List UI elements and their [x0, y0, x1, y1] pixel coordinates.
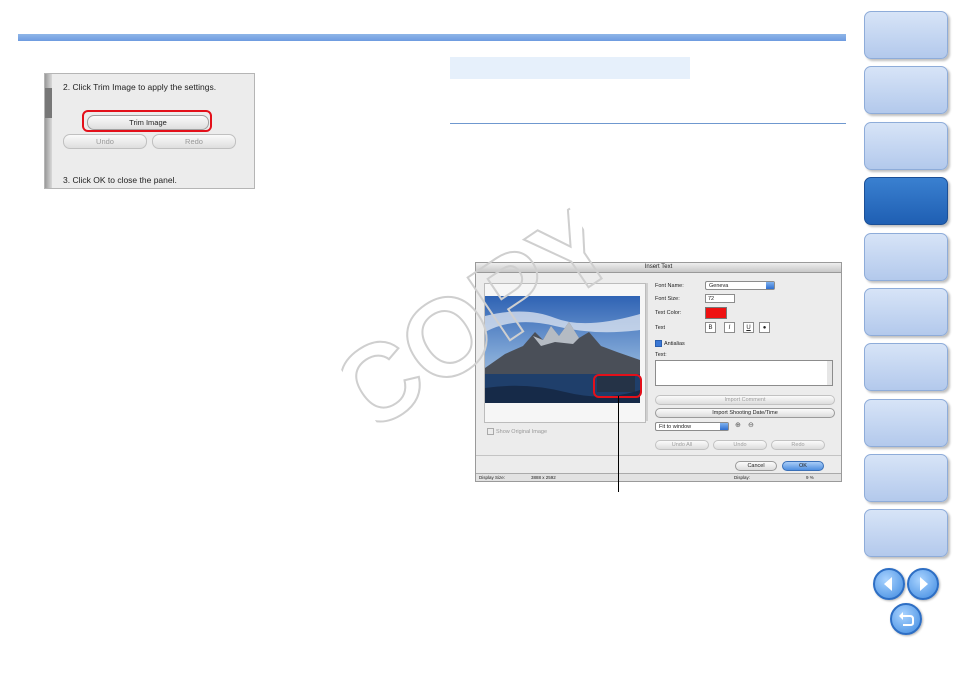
undo-button[interactable]: Undo — [63, 134, 147, 149]
show-original-label: Show Original Image — [487, 428, 547, 435]
previous-page-button[interactable] — [873, 568, 905, 600]
italic-button[interactable]: I — [724, 322, 735, 333]
display-size-label: Display Size: — [479, 475, 506, 480]
nav-tab-6[interactable] — [864, 288, 948, 336]
nav-tab-10[interactable] — [864, 509, 948, 557]
nav-tab-8[interactable] — [864, 399, 948, 447]
text-style-label: Text — [655, 325, 666, 331]
text-color-swatch[interactable] — [705, 307, 727, 319]
display-label: Display: — [734, 475, 751, 480]
chevron-down-icon — [766, 282, 774, 289]
font-name-select[interactable]: Geneva — [705, 281, 775, 290]
ok-button[interactable]: OK — [782, 461, 824, 471]
chevron-down-icon — [720, 423, 728, 430]
dialog-redo-button[interactable]: Redo — [771, 440, 825, 450]
shadow-button[interactable]: ● — [759, 322, 770, 333]
arrow-right-icon — [920, 577, 928, 591]
zoom-in-icon[interactable]: ⊕ — [735, 421, 741, 429]
nav-tab-2[interactable] — [864, 66, 948, 114]
show-original-checkbox[interactable] — [487, 428, 494, 435]
nav-tab-1[interactable] — [864, 11, 948, 59]
arrow-left-icon — [884, 577, 892, 591]
cancel-button[interactable]: Cancel — [735, 461, 777, 471]
underline-button[interactable]: U — [743, 322, 754, 333]
dialog-undo-button[interactable]: Undo — [713, 440, 767, 450]
text-label: Text: — [655, 352, 667, 358]
nav-tab-9[interactable] — [864, 454, 948, 502]
panel-left-strip — [45, 74, 52, 188]
import-shooting-date-button[interactable]: Import Shooting Date/Time — [655, 408, 835, 418]
import-comment-button[interactable]: Import Comment — [655, 395, 835, 405]
header-bar — [18, 34, 846, 41]
nav-tab-5[interactable] — [864, 233, 948, 281]
display-size-value: 3888 x 2592 — [531, 475, 556, 480]
undo-all-button[interactable]: Undo All — [655, 440, 709, 450]
nav-tab-4-active[interactable] — [864, 177, 948, 225]
antialias-row: Antialias — [655, 340, 685, 347]
text-position-highlight — [593, 374, 642, 398]
next-page-button[interactable] — [907, 568, 939, 600]
text-color-label: Text Color: — [655, 310, 682, 316]
section-divider — [450, 123, 846, 124]
display-value: 9 % — [806, 475, 814, 480]
zoom-select[interactable]: Fit to window — [655, 422, 729, 431]
nav-tab-3[interactable] — [864, 122, 948, 170]
font-size-input[interactable]: 72 — [705, 294, 735, 303]
return-icon — [899, 612, 914, 626]
callout-line — [618, 396, 619, 492]
zoom-out-icon[interactable]: ⊖ — [748, 421, 754, 429]
font-size-label: Font Size: — [655, 296, 680, 302]
trim-image-highlight — [82, 110, 212, 132]
nav-tab-7[interactable] — [864, 343, 948, 391]
section-heading-box — [450, 57, 690, 79]
bold-button[interactable]: B — [705, 322, 716, 333]
text-area-scrollbar[interactable] — [827, 361, 832, 385]
redo-button[interactable]: Redo — [152, 134, 236, 149]
antialias-checkbox[interactable] — [655, 340, 662, 347]
preview-scrollbar[interactable] — [646, 283, 648, 421]
step-2-text: 2. Click Trim Image to apply the setting… — [63, 82, 217, 92]
status-bar: Display Size: 3888 x 2592 Display: 9 % — [476, 473, 841, 481]
text-input-area[interactable] — [655, 360, 833, 386]
return-button[interactable] — [890, 603, 922, 635]
trim-panel-screenshot: 2. Click Trim Image to apply the setting… — [44, 73, 255, 189]
step-3-text: 3. Click OK to close the panel. — [63, 175, 177, 185]
dialog-separator — [476, 455, 841, 456]
font-name-label: Font Name: — [655, 283, 684, 289]
